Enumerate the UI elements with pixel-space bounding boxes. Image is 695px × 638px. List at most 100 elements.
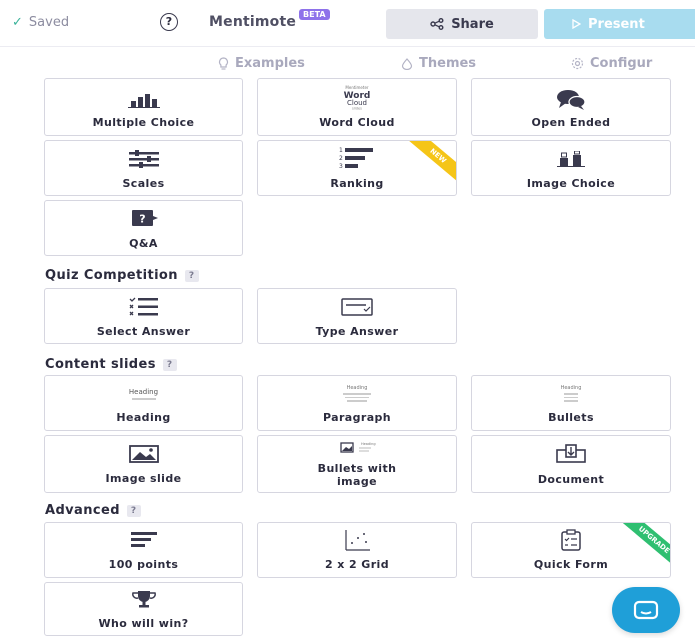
sliders-icon	[128, 150, 159, 168]
document-icon	[556, 444, 586, 463]
slide-type-label: Type Answer	[315, 325, 399, 338]
slide-type-label: Paragraph	[322, 411, 392, 424]
question-bubble-icon: ?	[131, 210, 158, 226]
present-label: Present	[588, 16, 645, 32]
tab-themes-label: Themes	[419, 56, 477, 71]
beta-badge: BETA	[299, 9, 330, 20]
svg-text:Heading: Heading	[361, 442, 376, 446]
slide-type-image-slide[interactable]: Image slide	[44, 435, 243, 493]
image-bars-icon	[557, 151, 585, 167]
svg-text:3: 3	[339, 163, 343, 170]
slide-type-label: 100 points	[108, 558, 179, 571]
chat-support-button[interactable]	[612, 587, 680, 633]
ranking-icon: 123	[339, 147, 373, 170]
slide-type-label: Q&A	[129, 237, 158, 250]
editor-tabs: Examples Themes Configur	[0, 47, 695, 79]
svg-text:?: ?	[139, 213, 145, 226]
paragraph-thumb-text: Heading	[346, 385, 368, 391]
slide-type-bullets[interactable]: Heading Bullets	[471, 375, 671, 431]
slide-type-ranking[interactable]: 123 NEW Ranking	[257, 140, 457, 196]
svg-text:slides: slides	[352, 107, 362, 111]
text-input-icon	[341, 298, 373, 316]
svg-text:1: 1	[339, 147, 343, 154]
slide-type-bullets-with-image[interactable]: Heading Bullets with image	[257, 435, 457, 493]
heading-thumb-text: Heading	[128, 388, 159, 396]
lines-icon	[130, 532, 157, 547]
chat-icon	[633, 600, 659, 620]
bar-chart-icon	[127, 94, 160, 108]
image-icon	[128, 445, 159, 463]
slide-type-label: Open Ended	[531, 116, 611, 129]
svg-text:Mentimeter: Mentimeter	[345, 85, 369, 90]
presentation-title[interactable]: Mentimote	[209, 14, 296, 30]
slide-type-2x2-grid[interactable]: 2 x 2 Grid	[257, 522, 457, 578]
tab-examples-label: Examples	[235, 56, 305, 71]
slide-type-word-cloud[interactable]: Mentimeter Word Cloud slides Word Cloud	[257, 78, 457, 136]
svg-text:2: 2	[339, 155, 343, 162]
share-label: Share	[451, 16, 494, 32]
slide-type-multiple-choice[interactable]: Multiple Choice	[44, 78, 243, 136]
slide-type-label: Document	[537, 473, 605, 486]
bullets-thumb-text: Heading	[560, 385, 582, 391]
saved-status: ✓ Saved	[12, 15, 69, 30]
tab-configure-label: Configur	[590, 56, 653, 71]
slide-type-label: Bullets	[548, 411, 594, 424]
present-button[interactable]: Present	[544, 9, 695, 39]
slide-type-quick-form[interactable]: UPGRADE Quick Form	[471, 522, 671, 578]
slide-type-scales[interactable]: Scales	[44, 140, 243, 196]
slide-type-qa[interactable]: ? Q&A	[44, 200, 243, 256]
clipboard-icon	[561, 529, 581, 551]
section-title-advanced: Advanced ?	[45, 503, 141, 518]
section-help-badge[interactable]: ?	[126, 504, 141, 517]
section-title-quiz: Quiz Competition ?	[45, 268, 199, 283]
slide-type-label: Ranking	[330, 177, 384, 190]
tab-configure[interactable]: Configur	[571, 56, 652, 71]
slide-type-open-ended[interactable]: Open Ended	[471, 78, 671, 136]
gear-icon	[571, 57, 584, 70]
play-icon	[572, 19, 581, 29]
slide-type-100-points[interactable]: 100 points	[44, 522, 243, 578]
slide-type-label: 2 x 2 Grid	[325, 558, 389, 571]
slide-type-label: Word Cloud	[319, 116, 395, 129]
bullets-image-icon: Heading	[340, 442, 376, 453]
slide-type-label: Heading	[116, 411, 171, 424]
help-icon[interactable]: ?	[160, 13, 178, 31]
checklist-icon	[129, 297, 158, 316]
slide-type-label: Select Answer	[96, 325, 191, 338]
bullets-thumb-icon: Heading	[541, 385, 601, 402]
scatter-grid-icon	[345, 530, 370, 551]
tab-examples[interactable]: Examples	[218, 56, 305, 71]
word-cloud-icon: MentimeterWordCloudslides	[344, 85, 371, 111]
slide-type-label: Image Choice	[526, 177, 616, 190]
paragraph-thumb-icon: Heading	[327, 385, 387, 402]
section-title-content: Content slides ?	[45, 357, 177, 372]
slide-type-select-answer[interactable]: Select Answer	[44, 288, 243, 344]
top-bar: ✓ Saved ? Mentimote BETA Share Present	[0, 0, 695, 47]
slide-type-label: Bullets with image	[317, 462, 397, 488]
slide-type-label: Who will win?	[98, 617, 189, 630]
section-title-text: Advanced	[45, 503, 120, 518]
slide-type-paragraph[interactable]: Heading Paragraph	[257, 375, 457, 431]
section-help-badge[interactable]: ?	[162, 358, 177, 371]
slide-type-image-choice[interactable]: Image Choice	[471, 140, 671, 196]
slide-type-type-answer[interactable]: Type Answer	[257, 288, 457, 344]
drop-icon	[401, 57, 413, 70]
saved-label: Saved	[28, 15, 70, 30]
check-icon: ✓	[12, 15, 23, 30]
tab-themes[interactable]: Themes	[401, 56, 476, 71]
heading-thumb-icon: Heading	[114, 388, 174, 400]
share-icon	[430, 18, 444, 30]
slide-type-label: Image slide	[105, 472, 182, 485]
section-title-text: Content slides	[45, 357, 156, 372]
slide-type-heading[interactable]: Heading Heading	[44, 375, 243, 431]
share-button[interactable]: Share	[386, 9, 538, 39]
trophy-icon	[131, 591, 156, 608]
section-title-text: Quiz Competition	[45, 268, 178, 283]
section-help-badge[interactable]: ?	[184, 269, 199, 282]
slide-type-label: Multiple Choice	[92, 116, 195, 129]
slide-type-document[interactable]: Document	[471, 435, 671, 493]
bulb-icon	[218, 57, 229, 70]
slide-type-label: Quick Form	[533, 558, 609, 571]
slide-type-who-will-win[interactable]: Who will win?	[44, 582, 243, 636]
speech-bubbles-icon	[557, 90, 586, 110]
